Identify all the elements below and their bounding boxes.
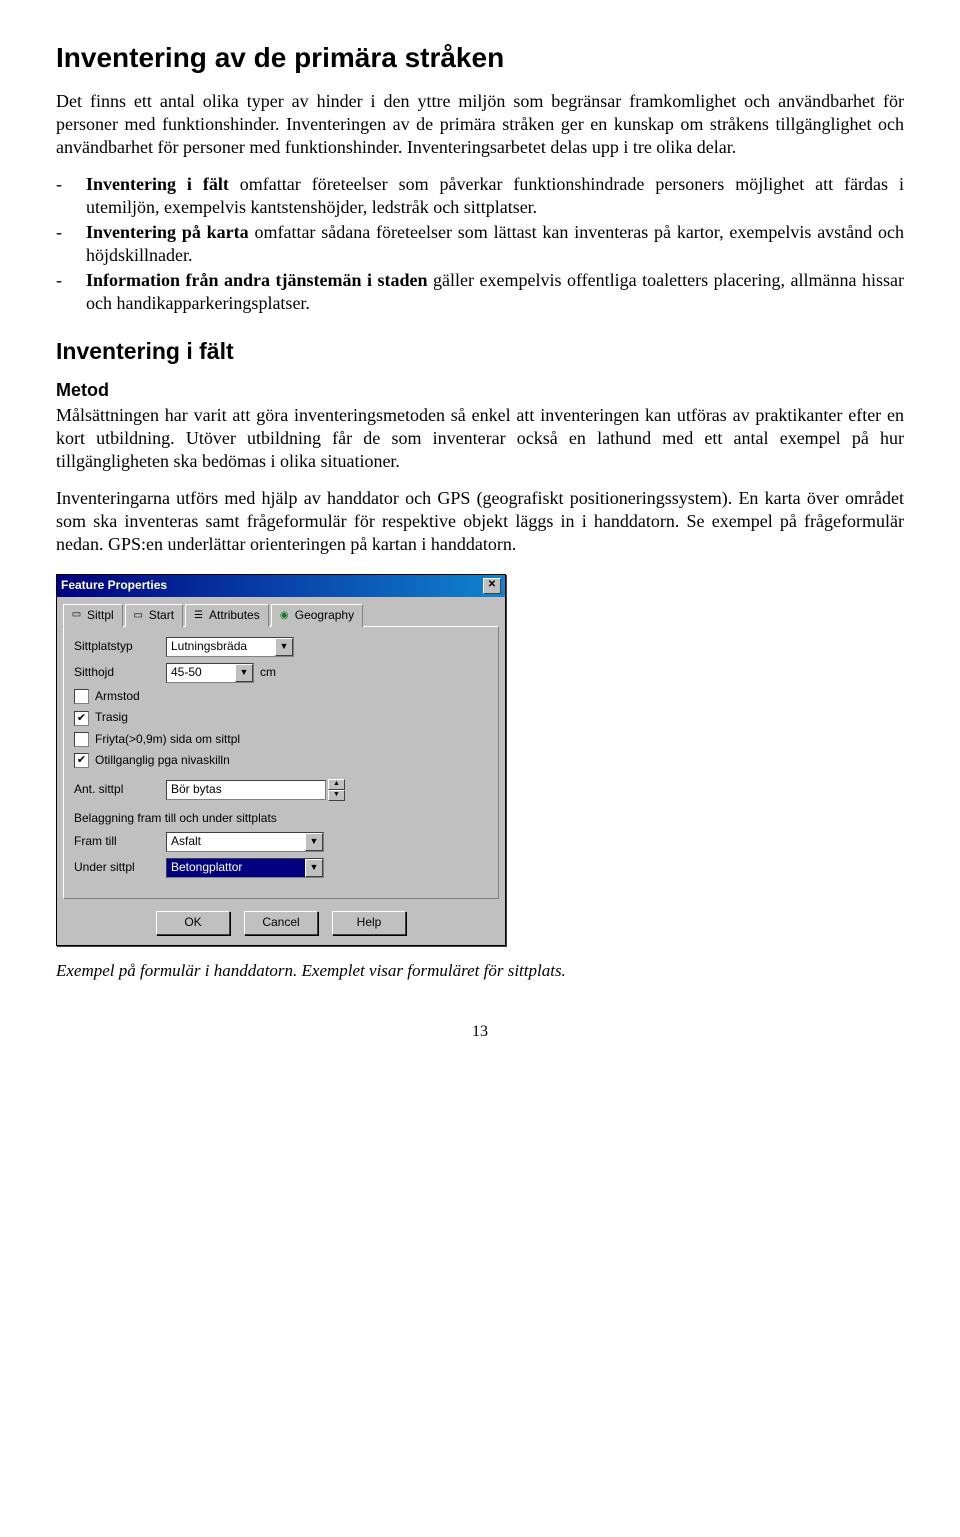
spinner[interactable]: ▲ ▼ [328,779,345,801]
chevron-down-icon[interactable]: ▼ [275,638,293,656]
tab-label: Start [149,608,174,623]
section-heading: Inventering i fält [56,337,904,366]
figure-caption: Exempel på formulär i handdatorn. Exempl… [56,960,904,982]
bullet-text: Inventering i fält omfattar företeelser … [86,173,904,219]
tab-geography[interactable]: ◉ Geography [271,604,363,627]
tab-label: Sittpl [87,608,114,623]
sitthojd-label: Sitthojd [74,665,166,680]
chevron-down-icon[interactable]: ▼ [328,790,345,801]
chevron-down-icon[interactable]: ▼ [305,833,323,851]
under-sittpl-label: Under sittpl [74,860,166,875]
bullet-marker: - [56,269,86,315]
belaggning-label: Belaggning fram till och under sittplats [74,811,488,826]
ok-button[interactable]: OK [156,911,230,935]
armstod-label: Armstod [95,689,140,704]
ant-sittpl-input[interactable]: Bör bytas [166,780,326,800]
tab-start[interactable]: ▭ Start [125,604,183,627]
bullet-text: Inventering på karta omfattar sådana för… [86,221,904,267]
bullet-item: - Inventering på karta omfattar sådana f… [56,221,904,267]
page-number: 13 [56,1022,904,1042]
form-icon: ▭ [70,609,83,621]
feature-properties-dialog: Feature Properties ✕ ▭ Sittpl ▭ Start ☰ … [56,574,506,946]
chevron-down-icon[interactable]: ▼ [235,664,253,682]
bullet-list: - Inventering i fält omfattar företeelse… [56,173,904,315]
tab-attributes[interactable]: ☰ Attributes [185,604,269,627]
chevron-down-icon[interactable]: ▼ [305,859,323,877]
framtill-label: Fram till [74,834,166,849]
under-sittpl-combo[interactable]: Betongplattor ▼ [166,858,324,878]
form-icon: ▭ [132,610,145,622]
sitthojd-combo[interactable]: 45-50 ▼ [166,663,254,683]
bullet-bold: Inventering på karta [86,222,249,242]
combo-value: Lutningsbräda [167,638,275,655]
method-paragraph-1: Målsättningen har varit att göra invente… [56,404,904,473]
chevron-up-icon[interactable]: ▲ [328,779,345,790]
tab-panel: Sittplatstyp Lutningsbräda ▼ Sitthojd 45… [63,626,499,899]
tab-label: Geography [295,608,354,623]
sittplatstyp-combo[interactable]: Lutningsbräda ▼ [166,637,294,657]
bullet-item: - Inventering i fält omfattar företeelse… [56,173,904,219]
bullet-marker: - [56,173,86,219]
combo-value: 45-50 [167,664,235,681]
trasig-label: Trasig [95,710,128,725]
trasig-checkbox[interactable]: ✔ [74,711,89,726]
page-title: Inventering av de primära stråken [56,40,904,76]
cancel-button[interactable]: Cancel [244,911,318,935]
titlebar[interactable]: Feature Properties ✕ [57,575,505,597]
tabstrip: ▭ Sittpl ▭ Start ☰ Attributes ◉ Geograph… [57,597,505,626]
list-icon: ☰ [192,610,205,622]
globe-icon: ◉ [278,610,291,622]
tab-label: Attributes [209,608,260,623]
help-button[interactable]: Help [332,911,406,935]
friyta-checkbox[interactable] [74,732,89,747]
subsection-heading: Metod [56,379,904,402]
bullet-item: - Information från andra tjänstemän i st… [56,269,904,315]
combo-value: Betongplattor [167,859,305,876]
titlebar-text: Feature Properties [61,578,167,593]
combo-value: Asfalt [167,833,305,850]
friyta-label: Friyta(>0,9m) sida om sittpl [95,732,240,747]
otillganglig-checkbox[interactable]: ✔ [74,753,89,768]
close-icon[interactable]: ✕ [483,578,501,594]
ant-sittpl-label: Ant. sittpl [74,782,166,797]
framtill-combo[interactable]: Asfalt ▼ [166,832,324,852]
bullet-bold: Information från andra tjänstemän i stad… [86,270,428,290]
otillganglig-label: Otillganglig pga nivaskilln [95,753,230,768]
method-paragraph-2: Inventeringarna utförs med hjälp av hand… [56,487,904,556]
bullet-marker: - [56,221,86,267]
intro-paragraph: Det finns ett antal olika typer av hinde… [56,90,904,159]
unit-label: cm [260,665,276,680]
bullet-text: Information från andra tjänstemän i stad… [86,269,904,315]
armstod-checkbox[interactable] [74,689,89,704]
dialog-button-row: OK Cancel Help [57,905,505,945]
tab-sittpl[interactable]: ▭ Sittpl [63,604,123,627]
bullet-bold: Inventering i fält [86,174,229,194]
sittplatstyp-label: Sittplatstyp [74,639,166,654]
